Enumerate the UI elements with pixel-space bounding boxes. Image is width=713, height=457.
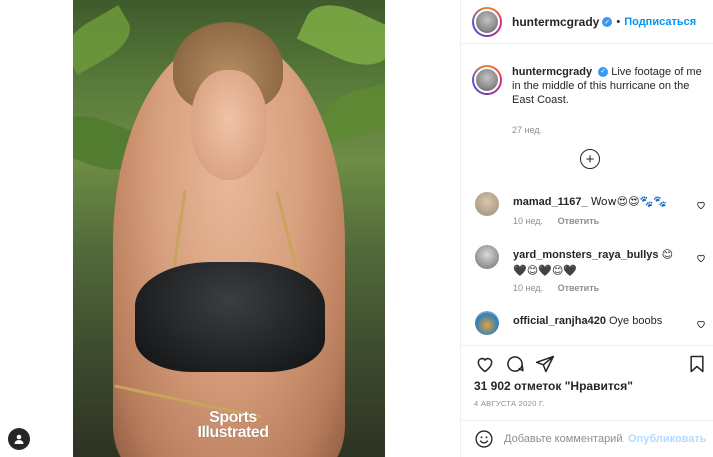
photo-swim-top xyxy=(135,262,325,372)
post-header: huntermcgrady ✓ • Подписаться xyxy=(461,0,713,44)
verified-badge-icon: ✓ xyxy=(598,67,609,78)
heart-icon[interactable] xyxy=(696,319,706,332)
bookmark-icon[interactable] xyxy=(686,353,708,375)
post-comment-button[interactable]: Опубликовать xyxy=(628,433,707,445)
heart-icon[interactable] xyxy=(696,253,706,266)
comment-avatar[interactable] xyxy=(475,245,499,269)
comment-avatar[interactable] xyxy=(475,311,499,335)
photo-leaf xyxy=(73,5,139,75)
heart-icon[interactable] xyxy=(474,353,496,375)
author-avatar[interactable] xyxy=(472,6,502,37)
comment-time[interactable]: 10 нед. xyxy=(513,216,543,226)
post-media-area: Sports Illustrated xyxy=(0,0,460,457)
comment-text: Wow😍😍🐾🐾 xyxy=(590,195,667,208)
comment-item: mamad_1167_ Wow😍😍🐾🐾 10 нед. Ответить xyxy=(472,192,708,237)
post-date[interactable]: 4 АВГУСТА 2020 Г. xyxy=(474,399,545,408)
logo-line-1: Sports xyxy=(209,409,257,426)
comment-username[interactable]: yard_monsters_raya_bullys xyxy=(513,249,659,261)
photo-leaf xyxy=(296,0,385,77)
comment-username[interactable]: official_ranjha420 xyxy=(513,315,606,327)
reply-button[interactable]: Ответить xyxy=(558,283,600,293)
plus-circle-icon[interactable]: + xyxy=(580,149,600,169)
caption-time[interactable]: 27 нед. xyxy=(512,123,708,137)
caption-avatar[interactable] xyxy=(472,65,502,95)
comment-username[interactable]: mamad_1167_ xyxy=(513,196,588,208)
photo-model-face xyxy=(191,70,267,180)
comments-list[interactable]: huntermcgrady ✓ Live footage of me in th… xyxy=(461,45,713,345)
post-photo[interactable]: Sports Illustrated xyxy=(73,0,385,457)
sports-illustrated-logo: Sports Illustrated xyxy=(178,409,288,442)
caption-username[interactable]: huntermcgrady xyxy=(512,66,592,78)
smiley-icon[interactable] xyxy=(473,428,495,450)
reply-button[interactable]: Ответить xyxy=(558,216,600,226)
comment-item: official_ranjha420 Oye boobs xyxy=(472,311,708,345)
likes-count[interactable]: 31 902 отметок "Нравится" xyxy=(474,379,633,393)
comment-text: Oye boobs xyxy=(609,315,663,327)
post-actions: 31 902 отметок "Нравится" 4 АВГУСТА 2020… xyxy=(461,345,713,420)
follow-button[interactable]: Подписаться xyxy=(624,16,696,28)
comment-time[interactable]: 10 нед. xyxy=(513,283,543,293)
comment-item: yard_monsters_raya_bullys 😊🖤😊🖤😊🖤 10 нед.… xyxy=(472,245,708,301)
post-caption: huntermcgrady ✓ Live footage of me in th… xyxy=(472,65,708,137)
comment-icon[interactable] xyxy=(504,353,526,375)
comment-input[interactable] xyxy=(504,433,624,445)
paper-plane-icon[interactable] xyxy=(534,353,556,375)
user-icon[interactable] xyxy=(8,428,30,450)
comment-avatar[interactable] xyxy=(475,192,499,216)
heart-icon[interactable] xyxy=(696,200,706,213)
verified-badge-icon: ✓ xyxy=(602,16,613,27)
post-sidebar: huntermcgrady ✓ • Подписаться huntermcgr… xyxy=(460,0,713,457)
header-separator: • xyxy=(616,15,621,28)
author-username[interactable]: huntermcgrady xyxy=(512,15,599,29)
add-comment-bar: Опубликовать xyxy=(461,420,713,457)
photo-leaf xyxy=(318,80,385,144)
logo-line-2: Illustrated xyxy=(197,424,269,442)
